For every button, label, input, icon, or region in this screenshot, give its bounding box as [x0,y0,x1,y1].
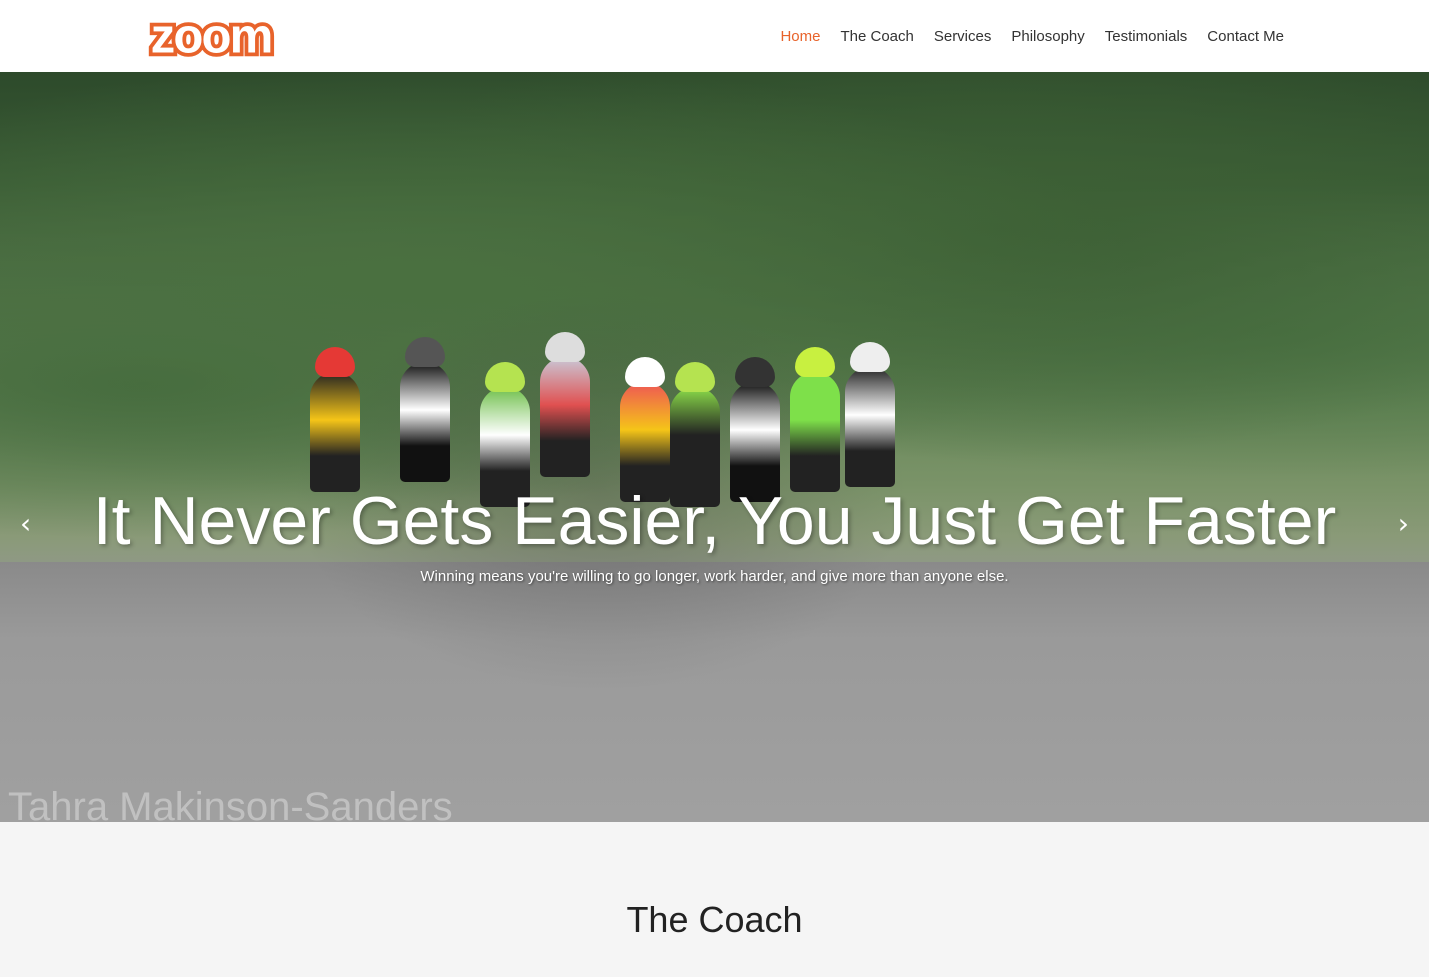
helmet [795,347,835,377]
cyclist [845,342,895,487]
nav-contact-me[interactable]: Contact Me [1207,28,1284,45]
hero-subtitle: Winning means you're willing to go longe… [420,568,1009,585]
nav-testimonials[interactable]: Testimonials [1105,28,1188,45]
helmet [675,362,715,392]
nav-services[interactable]: Services [934,28,992,45]
hero-content: It Never Gets Easier, You Just Get Faste… [0,482,1429,585]
cyclist [400,337,450,482]
helmet [315,347,355,377]
helmet [735,357,775,387]
coach-section: The Coach [0,822,1429,977]
slider-prev-arrow-icon[interactable]: ‹ [20,507,31,540]
helmet [625,357,665,387]
photo-watermark: Tahra Makinson-Sanders [8,785,453,822]
helmet [545,332,585,362]
cyclist [790,347,840,492]
helmet [850,342,890,372]
nav-home[interactable]: Home [780,28,820,45]
logo[interactable]: zoom zoom [147,10,334,62]
slider-next-arrow-icon[interactable]: › [1398,507,1409,540]
hero-title: It Never Gets Easier, You Just Get Faste… [92,483,1337,559]
nav-the-coach[interactable]: The Coach [840,28,913,45]
svg-text:zoom: zoom [151,10,272,62]
section-title: The Coach [626,898,803,940]
nav-philosophy[interactable]: Philosophy [1011,28,1084,45]
hero-slider: ‹ › It Never Gets Easier, You Just Get F… [0,72,1429,822]
main-nav: Home The Coach Services Philosophy Testi… [780,28,1284,45]
helmet [405,337,445,367]
cyclist [540,332,590,477]
helmet [485,362,525,392]
zoom-logo: zoom zoom [147,10,277,62]
cyclist [310,347,360,492]
site-header: zoom zoom Home The Coach Services Philos… [0,0,1429,72]
